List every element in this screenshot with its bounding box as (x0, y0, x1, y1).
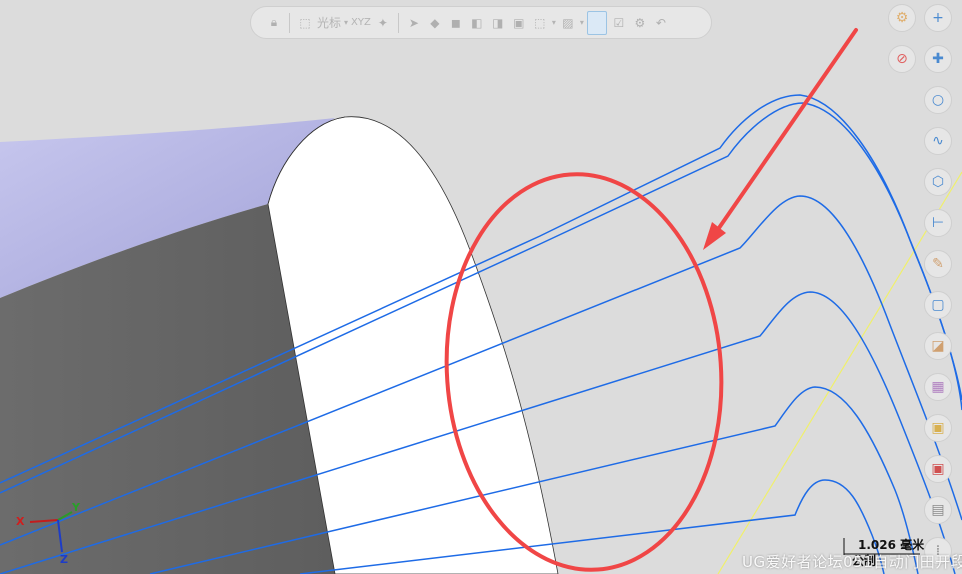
settings-select-icon[interactable]: ⚙ (631, 14, 649, 32)
solid-filter-icon[interactable]: ◧ (468, 14, 486, 32)
feature-filter-icon[interactable]: ▣ (510, 14, 528, 32)
body-filter-icon[interactable]: ◆ (426, 14, 444, 32)
dimension-icon[interactable]: ⊢ (924, 209, 952, 237)
plus-icon[interactable]: + (924, 4, 952, 32)
magnifier-select-icon[interactable] (586, 10, 607, 35)
sparkle-plus-icon[interactable]: ✚ (924, 45, 952, 73)
gear-icon[interactable]: ⚙ (888, 4, 916, 32)
graphics-viewport[interactable] (0, 0, 962, 574)
cube-icon[interactable]: ⬡ (924, 168, 952, 196)
grid-icon[interactable]: ▤ (924, 496, 952, 524)
red-swatch-icon[interactable]: ▣ (924, 455, 952, 483)
color-swatch-icon[interactable]: ▦ (924, 373, 952, 401)
xyz-button[interactable]: XYZ (351, 17, 371, 28)
curve-icon[interactable]: ∿ (924, 127, 952, 155)
chevron-down-icon[interactable]: ▾ (580, 18, 584, 27)
check-select-icon[interactable]: ☑ (610, 14, 628, 32)
box-icon[interactable]: ▢ (924, 291, 952, 319)
face-filter-icon[interactable]: ◼ (447, 14, 465, 32)
snap-point-icon[interactable]: ✦ (374, 14, 392, 32)
box-select-icon[interactable]: ▨ (559, 14, 577, 32)
shaded-filter-icon[interactable]: ◨ (489, 14, 507, 32)
annotation-arrow-shaft (710, 28, 858, 240)
arrow-select-icon[interactable]: ➤ (405, 14, 423, 32)
toolbar-separator (397, 12, 399, 33)
z-axis-label: Z (60, 553, 68, 566)
chevron-down-icon[interactable]: ▾ (552, 18, 556, 27)
cursor-label[interactable]: 光标 (317, 14, 341, 31)
lock-icon[interactable]: 🔒︎ (265, 14, 283, 32)
undo-select-icon[interactable]: ↶ (652, 14, 670, 32)
cursor-select-icon[interactable]: ⬚ (296, 14, 314, 32)
toolbar-separator (289, 12, 290, 33)
shaded-box-icon[interactable]: ◪ (924, 332, 952, 360)
circle-icon[interactable]: ○ (924, 86, 952, 114)
x-axis-label: X (16, 515, 25, 528)
y-axis-label: Y (72, 501, 80, 514)
forum-watermark: UG爱好者论坛051自动门田开段 (742, 553, 962, 571)
pencil-icon[interactable]: ✎ (924, 250, 952, 278)
yellow-swatch-icon[interactable]: ▣ (924, 414, 952, 442)
no-entry-icon[interactable]: ⊘ (888, 45, 916, 73)
chevron-down-icon[interactable]: ▾ (344, 18, 348, 27)
select-all-icon[interactable]: ⬚ (531, 14, 549, 32)
selection-toolbar: 🔒︎ ⬚ 光标 ▾ XYZ ✦ ➤ ◆ ◼ ◧ ◨ ▣ ⬚ ▾ ▨ ▾ ☑ ⚙ … (250, 6, 712, 39)
